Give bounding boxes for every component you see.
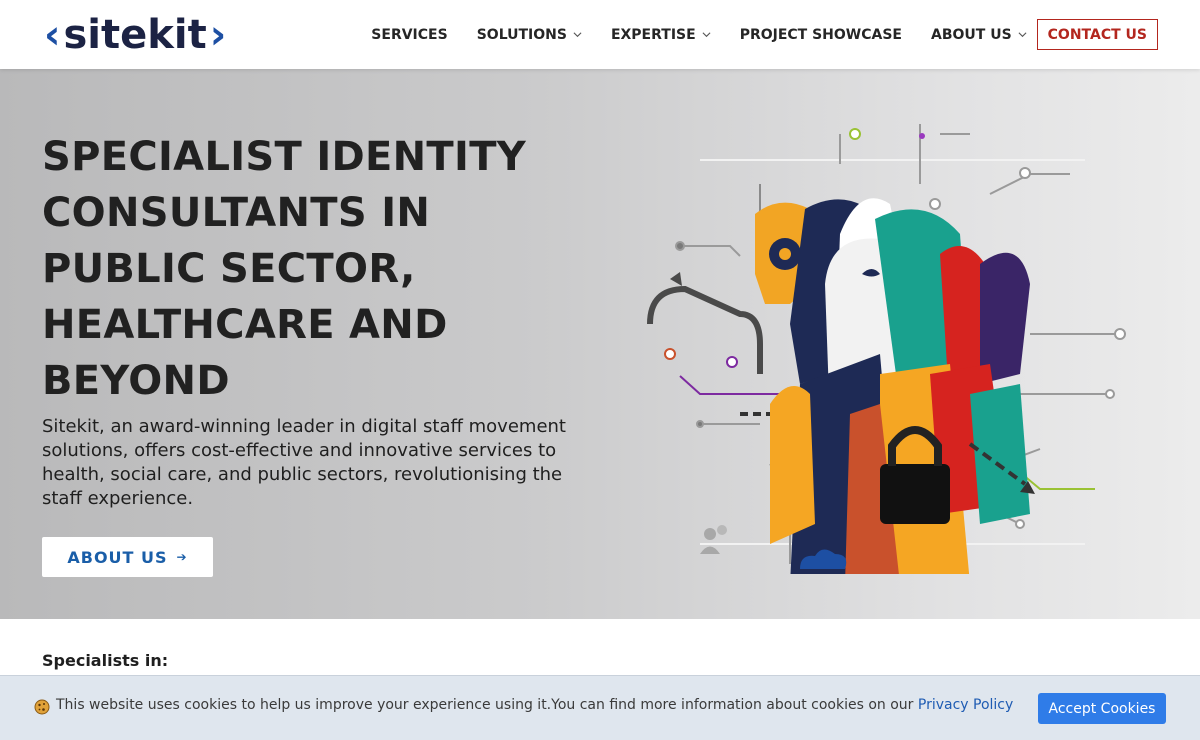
site-header: ‹ sitekit › SERVICES SOLUTIONS EXPERTISE… [0, 0, 1200, 69]
nav-about-us-label: ABOUT US [931, 26, 1012, 43]
cookie-message-text: This website uses cookies to help us imp… [56, 697, 918, 713]
about-us-button[interactable]: ABOUT US ➔ [42, 537, 213, 577]
nav-solutions-label: SOLUTIONS [476, 26, 567, 43]
logo-wordmark: sitekit [63, 12, 207, 58]
privacy-policy-link[interactable]: Privacy Policy [918, 697, 1013, 713]
nav-expertise-label: EXPERTISE [610, 26, 696, 43]
chevron-down-icon [702, 32, 711, 38]
nav-expertise[interactable]: EXPERTISE [611, 20, 711, 50]
nav-services-label: SERVICES [371, 26, 448, 43]
nav-project-showcase-label: PROJECT SHOWCASE [739, 26, 902, 43]
contact-us-label: CONTACT US [1047, 26, 1147, 43]
logo-right-chevron: › [209, 12, 227, 58]
contact-us-button[interactable]: CONTACT US [1036, 19, 1158, 50]
chevron-down-icon [1018, 32, 1027, 38]
accept-cookies-label: Accept Cookies [1048, 700, 1156, 717]
nav-project-showcase[interactable]: PROJECT SHOWCASE [740, 20, 902, 50]
identity-figures-illustration [647, 124, 1126, 574]
hero-title: SPECIALIST IDENTITY CONSULTANTS IN PUBLI… [42, 134, 527, 404]
hero-description: Sitekit, an award-winning leader in digi… [42, 416, 566, 509]
sitekit-logo[interactable]: ‹ sitekit › [44, 10, 226, 60]
cookie-icon [34, 699, 50, 715]
nav-solutions[interactable]: SOLUTIONS [477, 20, 582, 50]
chevron-down-icon [573, 32, 582, 38]
nav-about-us[interactable]: ABOUT US [931, 20, 1027, 50]
logo-left-chevron: ‹ [44, 12, 61, 58]
arrow-right-icon: ➔ [176, 550, 188, 564]
specialists-label: Specialists in: [42, 651, 169, 670]
hero-banner: SPECIALIST IDENTITY CONSULTANTS IN PUBLI… [0, 69, 1200, 619]
nav-services[interactable]: SERVICES [371, 20, 447, 50]
accept-cookies-button[interactable]: Accept Cookies [1038, 693, 1166, 724]
main-nav: SERVICES SOLUTIONS EXPERTISE PROJECT SHO… [342, 19, 1158, 50]
cookie-message: This website uses cookies to help us imp… [56, 697, 1013, 713]
cookie-banner: This website uses cookies to help us imp… [0, 675, 1200, 740]
about-us-button-label: ABOUT US [67, 547, 168, 567]
